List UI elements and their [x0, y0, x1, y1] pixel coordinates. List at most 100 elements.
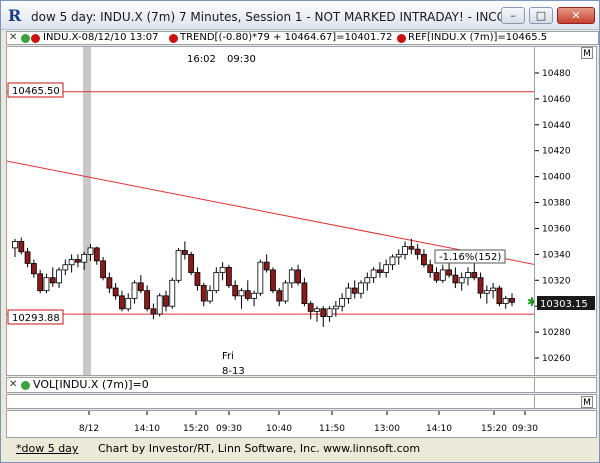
support-level-label[interactable]: 10293.88: [12, 313, 60, 324]
candle-body: [232, 285, 239, 297]
candle-body: [490, 287, 497, 292]
candle-body: [276, 290, 283, 302]
date-label: 8-13: [222, 366, 245, 376]
candle-body: [295, 269, 302, 284]
candle-body: [414, 248, 421, 255]
candle-body: [30, 263, 37, 275]
candle-body: [24, 251, 31, 264]
x-tick-label: 09:30: [216, 424, 242, 434]
legend-dot-trend[interactable]: [169, 34, 178, 43]
status-bar: *dow 5 day Chart by Investor/RT, Linn So…: [6, 439, 597, 458]
candle-body: [301, 282, 308, 305]
candle-body: [125, 298, 132, 310]
candle-body: [471, 272, 478, 279]
candle-body: [219, 266, 226, 273]
candle-body: [402, 246, 408, 255]
y-tick-label: 10480: [542, 69, 571, 79]
candle-body: [181, 250, 188, 255]
close-button[interactable]: ✕: [557, 7, 595, 24]
candle-body: [452, 274, 459, 284]
current-price-label: 10303.15: [540, 299, 588, 310]
time-axis[interactable]: 8/12 14:10 15:20 09:30 10:40 11:50 13:00 14:10 1…: [6, 410, 597, 438]
candle-body: [194, 272, 201, 286]
legend-indu[interactable]: INDU.X-08/12/10 13:07: [43, 32, 159, 44]
volume-dot-icon: [21, 381, 30, 390]
x-tick-label: 13:00: [374, 424, 400, 434]
candle-body: [93, 247, 100, 262]
candle-body: [496, 287, 503, 305]
candle-body: [213, 272, 220, 292]
candle-body: [314, 308, 320, 312]
candle-body: [282, 282, 289, 302]
candle-body: [351, 287, 358, 294]
volume-close-icon[interactable]: ✕: [9, 379, 17, 391]
candle-body: [502, 298, 509, 305]
y-tick-label: 10380: [542, 199, 571, 209]
candle-body: [87, 247, 94, 255]
pct-change-label: -1.16%(152): [439, 252, 501, 263]
candle-body: [112, 287, 119, 297]
candle-body: [364, 277, 371, 284]
x-tick-label: 09:30: [512, 424, 538, 434]
candle-body: [383, 264, 390, 273]
candle-body: [477, 277, 484, 294]
legend-ref[interactable]: REF[INDU.X (7m)]=10465.5: [408, 32, 547, 44]
y-tick-label: 10440: [542, 121, 571, 131]
candle-body: [238, 290, 245, 297]
legend-close-icon[interactable]: ✕: [9, 32, 17, 44]
axis-mode-button[interactable]: M: [581, 47, 593, 59]
candle-body: [389, 256, 396, 266]
volume-axis: [535, 377, 597, 393]
candle-body: [408, 246, 415, 250]
minimize-button[interactable]: –: [501, 7, 525, 24]
candle-body: [156, 295, 163, 315]
candle-body: [225, 266, 232, 286]
mini-panel[interactable]: [6, 394, 535, 409]
candle-body: [433, 272, 440, 281]
candle-body: [483, 290, 490, 294]
mini-axis: M: [535, 394, 597, 409]
candle-body: [339, 298, 346, 307]
candle-body: [200, 285, 207, 302]
candle-body: [68, 259, 75, 266]
y-tick-label: 10420: [542, 147, 571, 157]
y-tick-label: 10320: [542, 276, 571, 286]
legend-trend[interactable]: TREND[(-0.80)*79 + 10464.67]=10401.72: [180, 32, 392, 44]
session-time-label: 16:02: [187, 54, 216, 65]
chart-tab[interactable]: *dow 5 day: [16, 442, 78, 455]
candle-body: [307, 303, 314, 312]
maximize-button[interactable]: □: [529, 7, 553, 24]
close-icon: ✕: [571, 9, 581, 22]
candle-body: [175, 250, 182, 281]
candle-body: [37, 273, 44, 292]
candle-body: [439, 269, 446, 281]
candle-body: [345, 287, 352, 299]
ref-level-label[interactable]: 10465.50: [12, 86, 60, 97]
candle-body: [465, 272, 471, 279]
mini-axis-mode-button[interactable]: M: [581, 396, 593, 408]
volume-label[interactable]: VOL[INDU.X (7m)]=0: [33, 379, 149, 391]
investor-rt-app-icon[interactable]: R: [8, 6, 24, 25]
legend-dot-indu[interactable]: [21, 34, 30, 43]
candle-body: [163, 295, 169, 307]
candle-body: [188, 253, 195, 273]
title-bar[interactable]: R dow 5 day: INDU.X (7m) 7 Minutes, Sess…: [1, 1, 599, 30]
chart-legend-bar[interactable]: ✕ INDU.X-08/12/10 13:07 TREND[(-0.80)*79…: [6, 31, 599, 45]
legend-dot-ref[interactable]: [397, 34, 406, 43]
candle-body: [12, 241, 18, 249]
legend-dot-indu-secondary[interactable]: [31, 34, 40, 43]
candle-body: [370, 269, 377, 279]
last-price-marker-icon: ✱: [527, 295, 535, 309]
volume-panel[interactable]: ✕ VOL[INDU.X (7m)]=0: [6, 377, 535, 393]
price-chart-svg[interactable]: 16:02 09:30 Fri 8-13 10465.50 10293.88 -…: [7, 47, 535, 376]
candle-body: [150, 308, 157, 315]
candle-body: [56, 269, 62, 284]
candle-body: [376, 269, 383, 273]
day-label: Fri: [222, 351, 234, 362]
price-chart[interactable]: 16:02 09:30 Fri 8-13 10465.50 10293.88 -…: [6, 46, 535, 376]
candle-body: [62, 264, 69, 271]
candle-body: [244, 290, 251, 299]
candle-body: [270, 269, 276, 292]
candle-body: [207, 290, 213, 302]
price-axis[interactable]: 10480 10460 10440 10420 10400 10380 10360 10340…: [535, 46, 597, 376]
